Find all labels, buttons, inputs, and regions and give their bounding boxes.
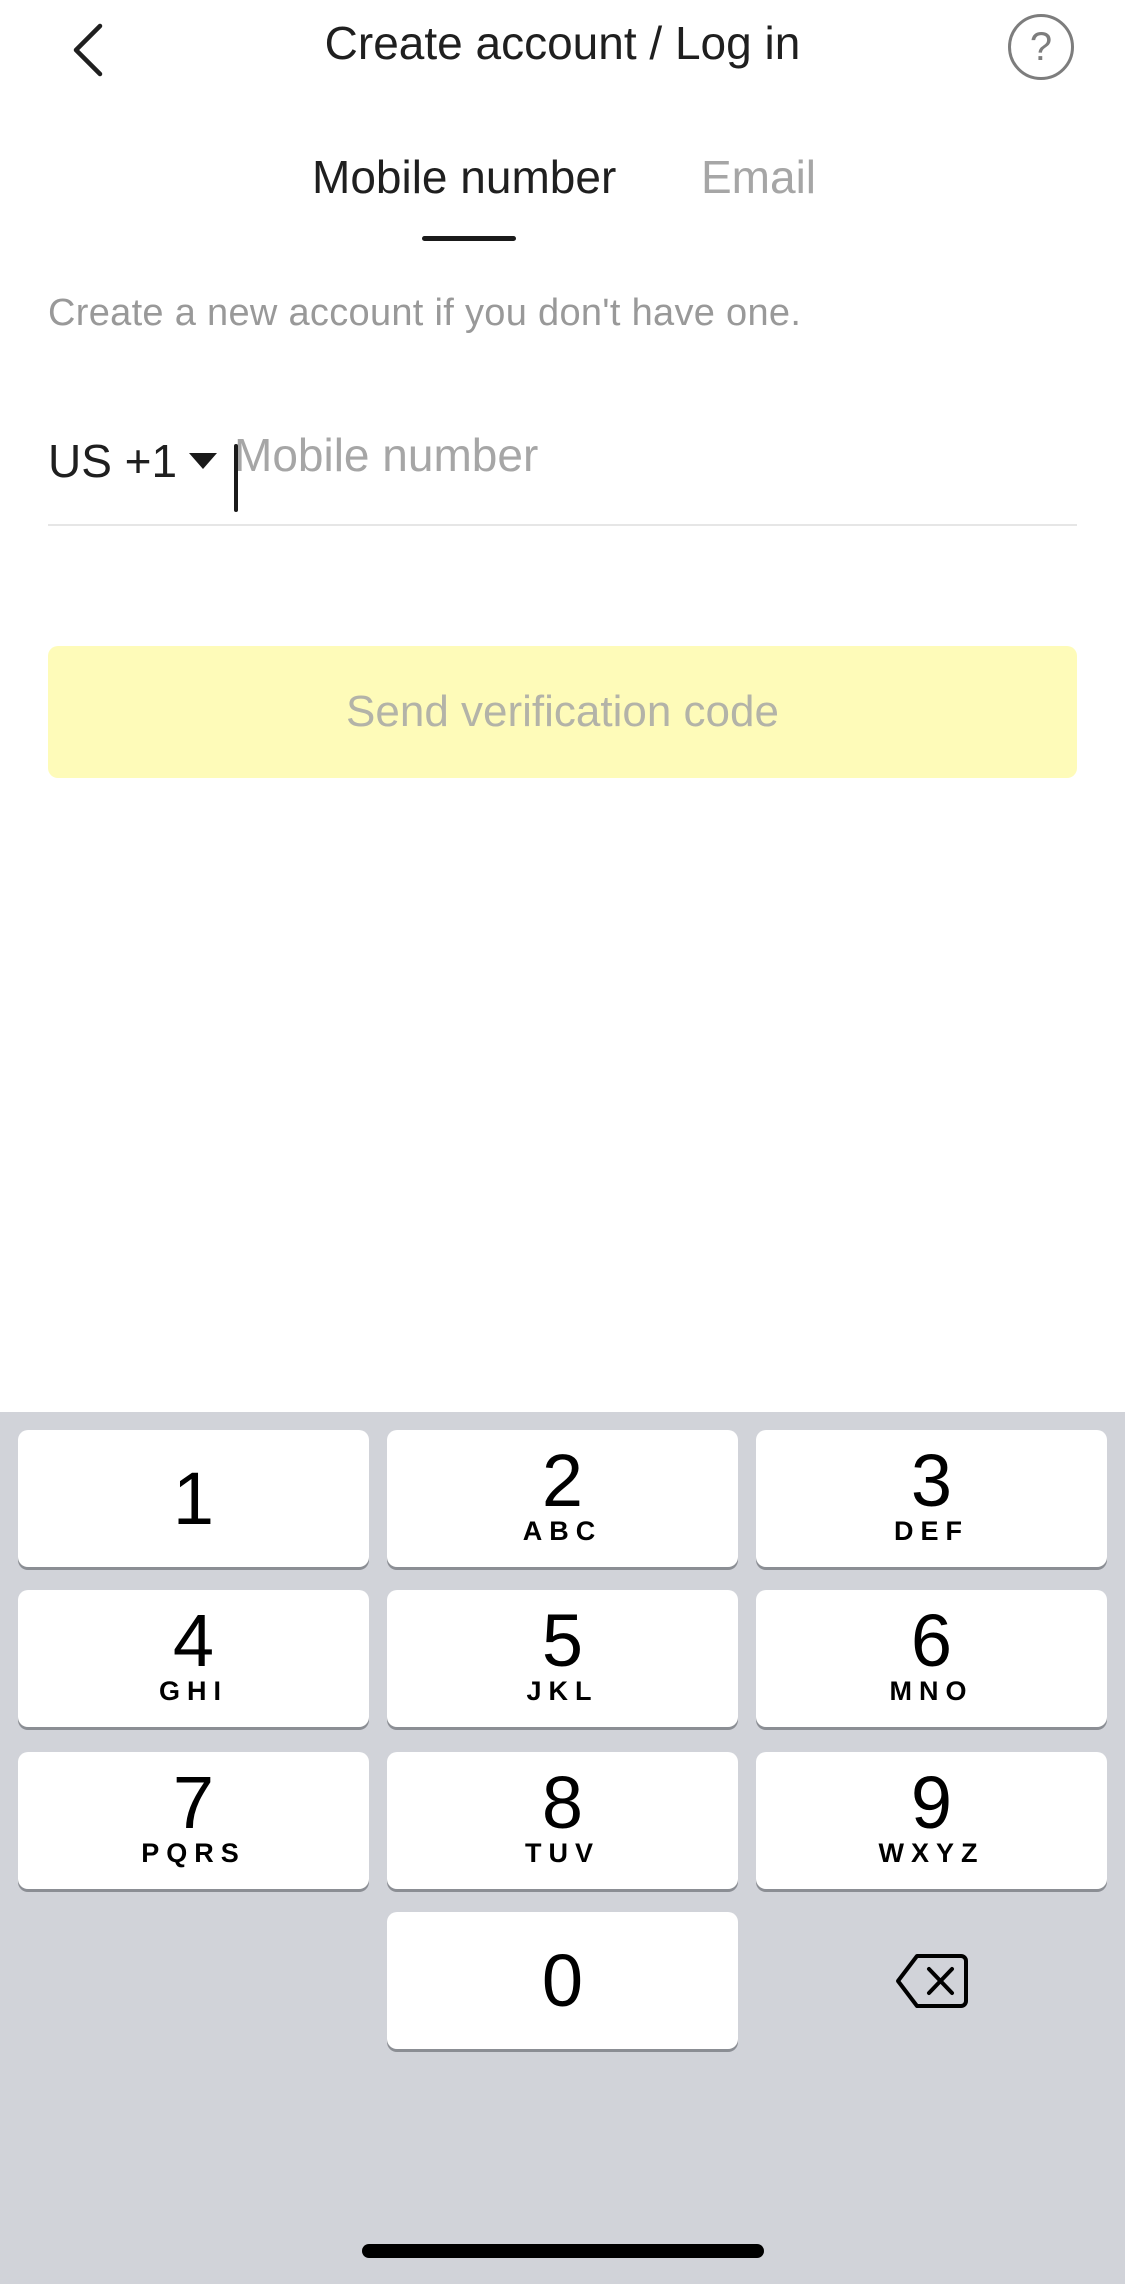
key-digit: 2 [541,1439,584,1522]
key-2[interactable]: 2 ABC [387,1430,738,1567]
numeric-keypad: 1 2 ABC 3 DEF 4 GHI 5 JKL 6 MNO 7 PQRS 8… [0,1412,1125,2284]
key-digit: 6 [910,1599,953,1682]
phone-input-row: US +1 [48,420,1077,526]
key-digit: 8 [541,1761,584,1844]
tab-mobile-number[interactable]: Mobile number [312,150,616,204]
key-digit: 9 [910,1761,953,1844]
back-button[interactable] [48,10,128,90]
send-verification-code-button[interactable]: Send verification code [48,646,1077,778]
key-digit: 1 [172,1457,215,1540]
key-4[interactable]: 4 GHI [18,1590,369,1727]
key-3[interactable]: 3 DEF [756,1430,1107,1567]
login-method-tabs: Mobile number Email [0,140,1125,250]
hint-text: Create a new account if you don't have o… [48,292,802,334]
country-code-selector[interactable]: US +1 [48,434,218,488]
key-letters: PQRS [141,1838,246,1868]
mobile-number-input[interactable] [234,420,1074,490]
key-digit: 5 [541,1599,584,1682]
key-9[interactable]: 9 WXYZ [756,1752,1107,1889]
key-5[interactable]: 5 JKL [387,1590,738,1727]
key-digit: 4 [172,1599,215,1682]
key-1[interactable]: 1 [18,1430,369,1567]
key-letters: ABC [522,1516,603,1546]
caret-down-icon [189,453,218,469]
question-mark-icon: ? [1029,24,1053,69]
key-8[interactable]: 8 TUV [387,1752,738,1889]
key-6[interactable]: 6 MNO [756,1590,1107,1727]
backspace-key[interactable] [756,1912,1107,2049]
key-digit: 3 [910,1439,953,1522]
text-cursor [234,444,238,512]
header: Create account / Log in ? [0,0,1125,100]
key-0[interactable]: 0 [387,1912,738,2049]
login-screen: Create account / Log in ? Mobile number … [0,0,1125,2284]
key-letters: DEF [894,1516,969,1546]
tab-email[interactable]: Email [701,150,816,204]
country-code-label: US +1 [48,435,178,487]
backspace-icon [895,1953,968,2008]
key-letters: JKL [526,1676,599,1706]
key-letters: MNO [889,1676,974,1706]
chevron-left-icon [73,23,103,77]
key-7[interactable]: 7 PQRS [18,1752,369,1889]
key-digit: 7 [172,1761,215,1844]
help-button[interactable]: ? [1008,14,1074,80]
home-indicator [362,2244,764,2258]
active-tab-indicator [422,236,516,241]
key-digit: 0 [541,1939,584,2022]
key-letters: GHI [158,1676,228,1706]
page-title: Create account / Log in [324,17,801,69]
key-letters: WXYZ [878,1838,985,1868]
key-letters: TUV [525,1838,600,1868]
